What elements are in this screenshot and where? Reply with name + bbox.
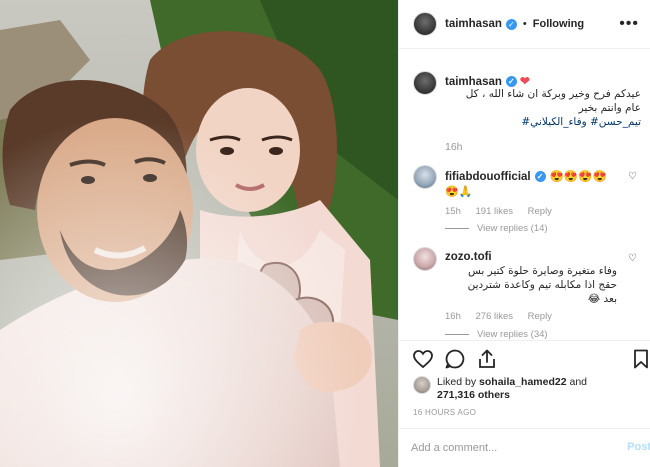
bookmark-icon[interactable] — [631, 347, 650, 371]
heart-outline-icon[interactable] — [411, 347, 435, 371]
comment-emojis-1: 😍😍😍😍 — [549, 171, 607, 183]
add-comment-bar: Post — [399, 428, 650, 467]
likes-count[interactable]: 271,316 others — [437, 389, 510, 401]
comment-text: وفاء متغيرة وصايرة حلوة كتير بس حقج اذا … — [445, 264, 617, 306]
liked-by-prefix: Liked by — [437, 376, 477, 388]
author-username[interactable]: taimhasan — [445, 18, 502, 30]
liker-username[interactable]: sohaila_hamed22 — [479, 376, 567, 388]
comment-icon[interactable] — [443, 347, 467, 371]
comment-likes[interactable]: 276 likes — [476, 311, 514, 322]
commenter-username[interactable]: zozo.tofi — [445, 251, 492, 263]
commenter-username[interactable]: fifiabdouofficial — [445, 171, 531, 183]
view-replies-button[interactable]: View replies (34) — [445, 329, 548, 340]
commenter-avatar[interactable] — [413, 247, 437, 271]
author-avatar[interactable] — [413, 12, 437, 36]
reply-button[interactable]: Reply — [528, 311, 552, 322]
verified-icon: ✓ — [505, 18, 517, 30]
comment-line-1: وفاء متغيرة وصايرة حلوة كتير بس — [468, 265, 617, 277]
comment-line-2: حقج اذا مكابله تيم وكاعدة شتردين — [467, 279, 617, 291]
comment-line-3: بعد 😂 — [587, 293, 617, 305]
separator-dot: • — [522, 18, 527, 30]
comment-like-icon[interactable]: ♡ — [628, 171, 637, 182]
comment-emojis-2: 😍🙏 — [445, 186, 473, 198]
caption-time: 16h — [445, 141, 463, 153]
caption-line-1: عيدكم فرح وخير وبركة ان شاء الله ، كل — [465, 88, 641, 100]
heart-emoji: ❤ — [519, 74, 530, 88]
reply-button[interactable]: Reply — [528, 206, 552, 217]
comments-list[interactable]: taimhasan ✓ ❤ عيدكم فرح وخير وبركة ان شاء … — [399, 50, 650, 340]
action-bar — [399, 340, 650, 376]
likes-text: Liked by sohaila_hamed22 and 271,316 oth… — [437, 376, 587, 402]
caption-text: عيدكم فرح وخير وبركة ان شاء الله ، كل عا… — [445, 87, 641, 129]
caption-avatar[interactable] — [413, 71, 437, 95]
comment-meta: 16h 276 likes Reply — [445, 311, 564, 322]
photo-illustration — [0, 0, 398, 467]
comment-like-icon[interactable]: ♡ — [628, 253, 637, 264]
verified-icon: ✓ — [534, 171, 546, 183]
caption-line-2: عام وانتم بخير — [578, 102, 641, 114]
comment-likes[interactable]: 191 likes — [476, 206, 514, 217]
verified-icon: ✓ — [505, 76, 517, 88]
caption-username-row: taimhasan ✓ ❤ — [445, 74, 530, 88]
following-button[interactable]: Following — [533, 18, 584, 30]
comment-time: 16h — [445, 311, 461, 322]
post-comment-button[interactable]: Post — [627, 441, 650, 453]
commenter-username-row: fifiabdouofficial ✓ 😍😍😍😍 — [445, 169, 607, 183]
comment-meta: 15h 191 likes Reply — [445, 206, 564, 217]
comment-time: 15h — [445, 206, 461, 217]
liker-avatar[interactable] — [413, 376, 431, 394]
share-icon[interactable] — [475, 347, 499, 371]
liked-by-and: and — [569, 376, 588, 388]
post-header: taimhasan ✓ • Following ••• — [399, 0, 650, 49]
commenter-avatar[interactable] — [413, 165, 437, 189]
post-photo[interactable] — [0, 0, 398, 467]
more-icon[interactable]: ••• — [619, 15, 639, 33]
post-panel: taimhasan ✓ • Following ••• taimhasan ✓ ❤ … — [398, 0, 650, 467]
post-timestamp[interactable]: 16 HOURS AGO — [413, 408, 476, 417]
comment-input[interactable] — [411, 439, 601, 457]
view-replies-button[interactable]: View replies (14) — [445, 223, 548, 234]
caption-hashtags[interactable]: تيم_حسن# وفاء_الكيلاني# — [445, 115, 641, 129]
